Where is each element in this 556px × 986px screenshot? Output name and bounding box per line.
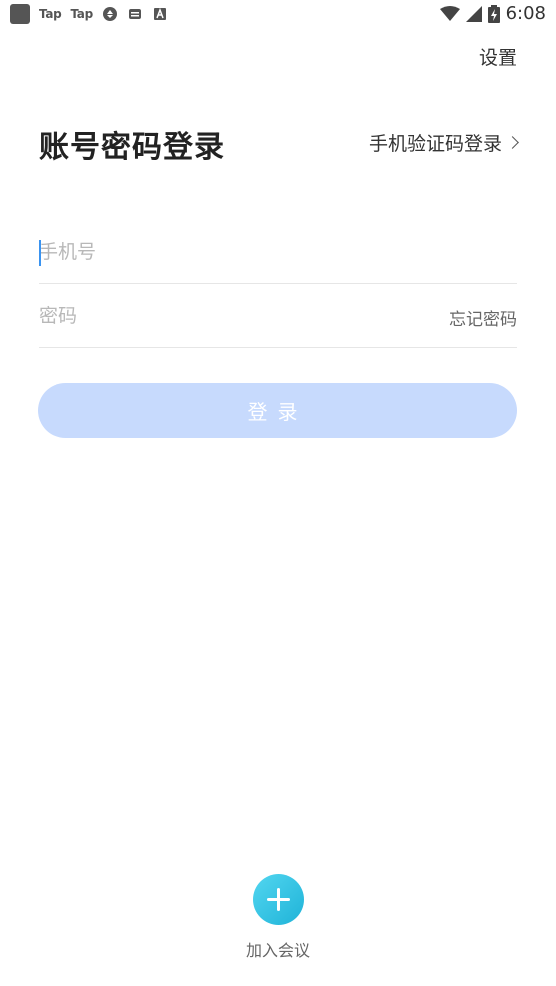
status-bar-right: 6:08 [439,3,546,24]
cellular-signal-icon [465,5,482,22]
join-meeting-button[interactable]: 加入会议 [0,874,556,961]
status-bar: Tap Tap 6:08 [0,0,556,28]
wifi-icon [439,5,460,21]
join-meeting-label: 加入会议 [245,941,310,960]
sms-login-link[interactable]: 手机验证码登录 [368,129,519,156]
chevron-right-icon [506,136,519,149]
login-button[interactable]: 登录 [38,383,517,438]
settings-button[interactable]: 设置 [479,43,517,70]
message-icon [128,9,141,19]
page-title: 账号密码登录 [39,130,225,165]
taptap-icon: Tap [39,7,62,21]
clock: 6:08 [505,3,546,24]
battery-charging-icon [487,4,500,23]
forgot-password-link[interactable]: 忘记密码 [449,305,517,330]
taptap-icon: Tap [70,7,93,21]
phone-input[interactable] [39,230,517,274]
app-notification-icon [10,4,30,24]
phone-field [39,230,517,284]
sync-icon [102,7,117,21]
password-input[interactable] [39,294,399,338]
password-field: 忘记密码 [39,294,517,348]
sms-login-label: 手机验证码登录 [368,133,502,155]
status-bar-left: Tap Tap [10,4,168,24]
letter-a-icon [153,7,166,20]
text-cursor [39,240,41,266]
plus-icon[interactable] [252,874,304,925]
login-screen: Tap Tap 6:08 设置 账号密码登录 手机验证码登录 手机号 忘记密码 … [0,0,556,986]
